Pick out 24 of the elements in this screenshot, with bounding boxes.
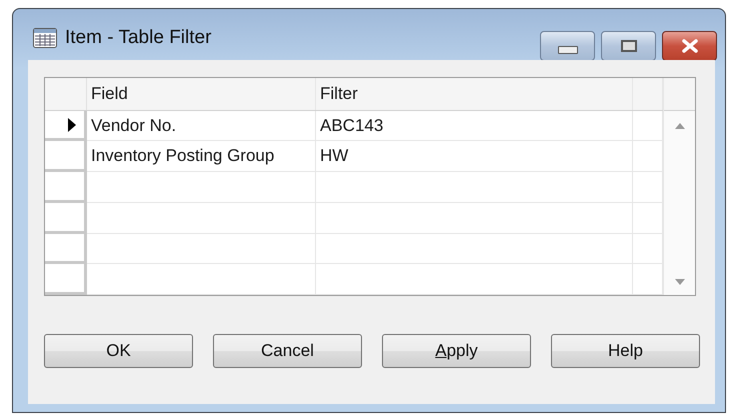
table-icon <box>33 28 57 48</box>
window-title: Item - Table Filter <box>65 26 212 48</box>
table-cell[interactable]: HW <box>316 141 633 172</box>
close-button[interactable] <box>662 31 717 61</box>
maximize-button[interactable] <box>601 31 656 61</box>
table-cell[interactable]: ABC143 <box>316 110 633 142</box>
minimize-button[interactable] <box>540 31 595 61</box>
empty-cell[interactable] <box>316 264 633 296</box>
dialog-button[interactable]: Help <box>551 334 700 368</box>
scrollbar[interactable] <box>664 111 695 295</box>
dialog-button[interactable]: Apply <box>382 334 531 368</box>
table-cell[interactable]: Vendor No. <box>87 110 316 142</box>
row-selector[interactable] <box>45 110 87 142</box>
table-cell[interactable]: Inventory Posting Group <box>87 141 316 172</box>
scroll-up-icon[interactable] <box>674 123 684 129</box>
dialog-button[interactable]: OK <box>44 334 193 368</box>
column-header: Filter <box>316 78 633 110</box>
empty-cell[interactable] <box>316 234 633 264</box>
empty-cell[interactable] <box>316 172 633 203</box>
empty-cell[interactable] <box>316 202 633 234</box>
dialog-button[interactable]: Cancel <box>213 334 362 368</box>
close-icon <box>680 39 698 53</box>
column-header: Field <box>87 78 316 110</box>
scroll-down-icon[interactable] <box>674 279 684 285</box>
